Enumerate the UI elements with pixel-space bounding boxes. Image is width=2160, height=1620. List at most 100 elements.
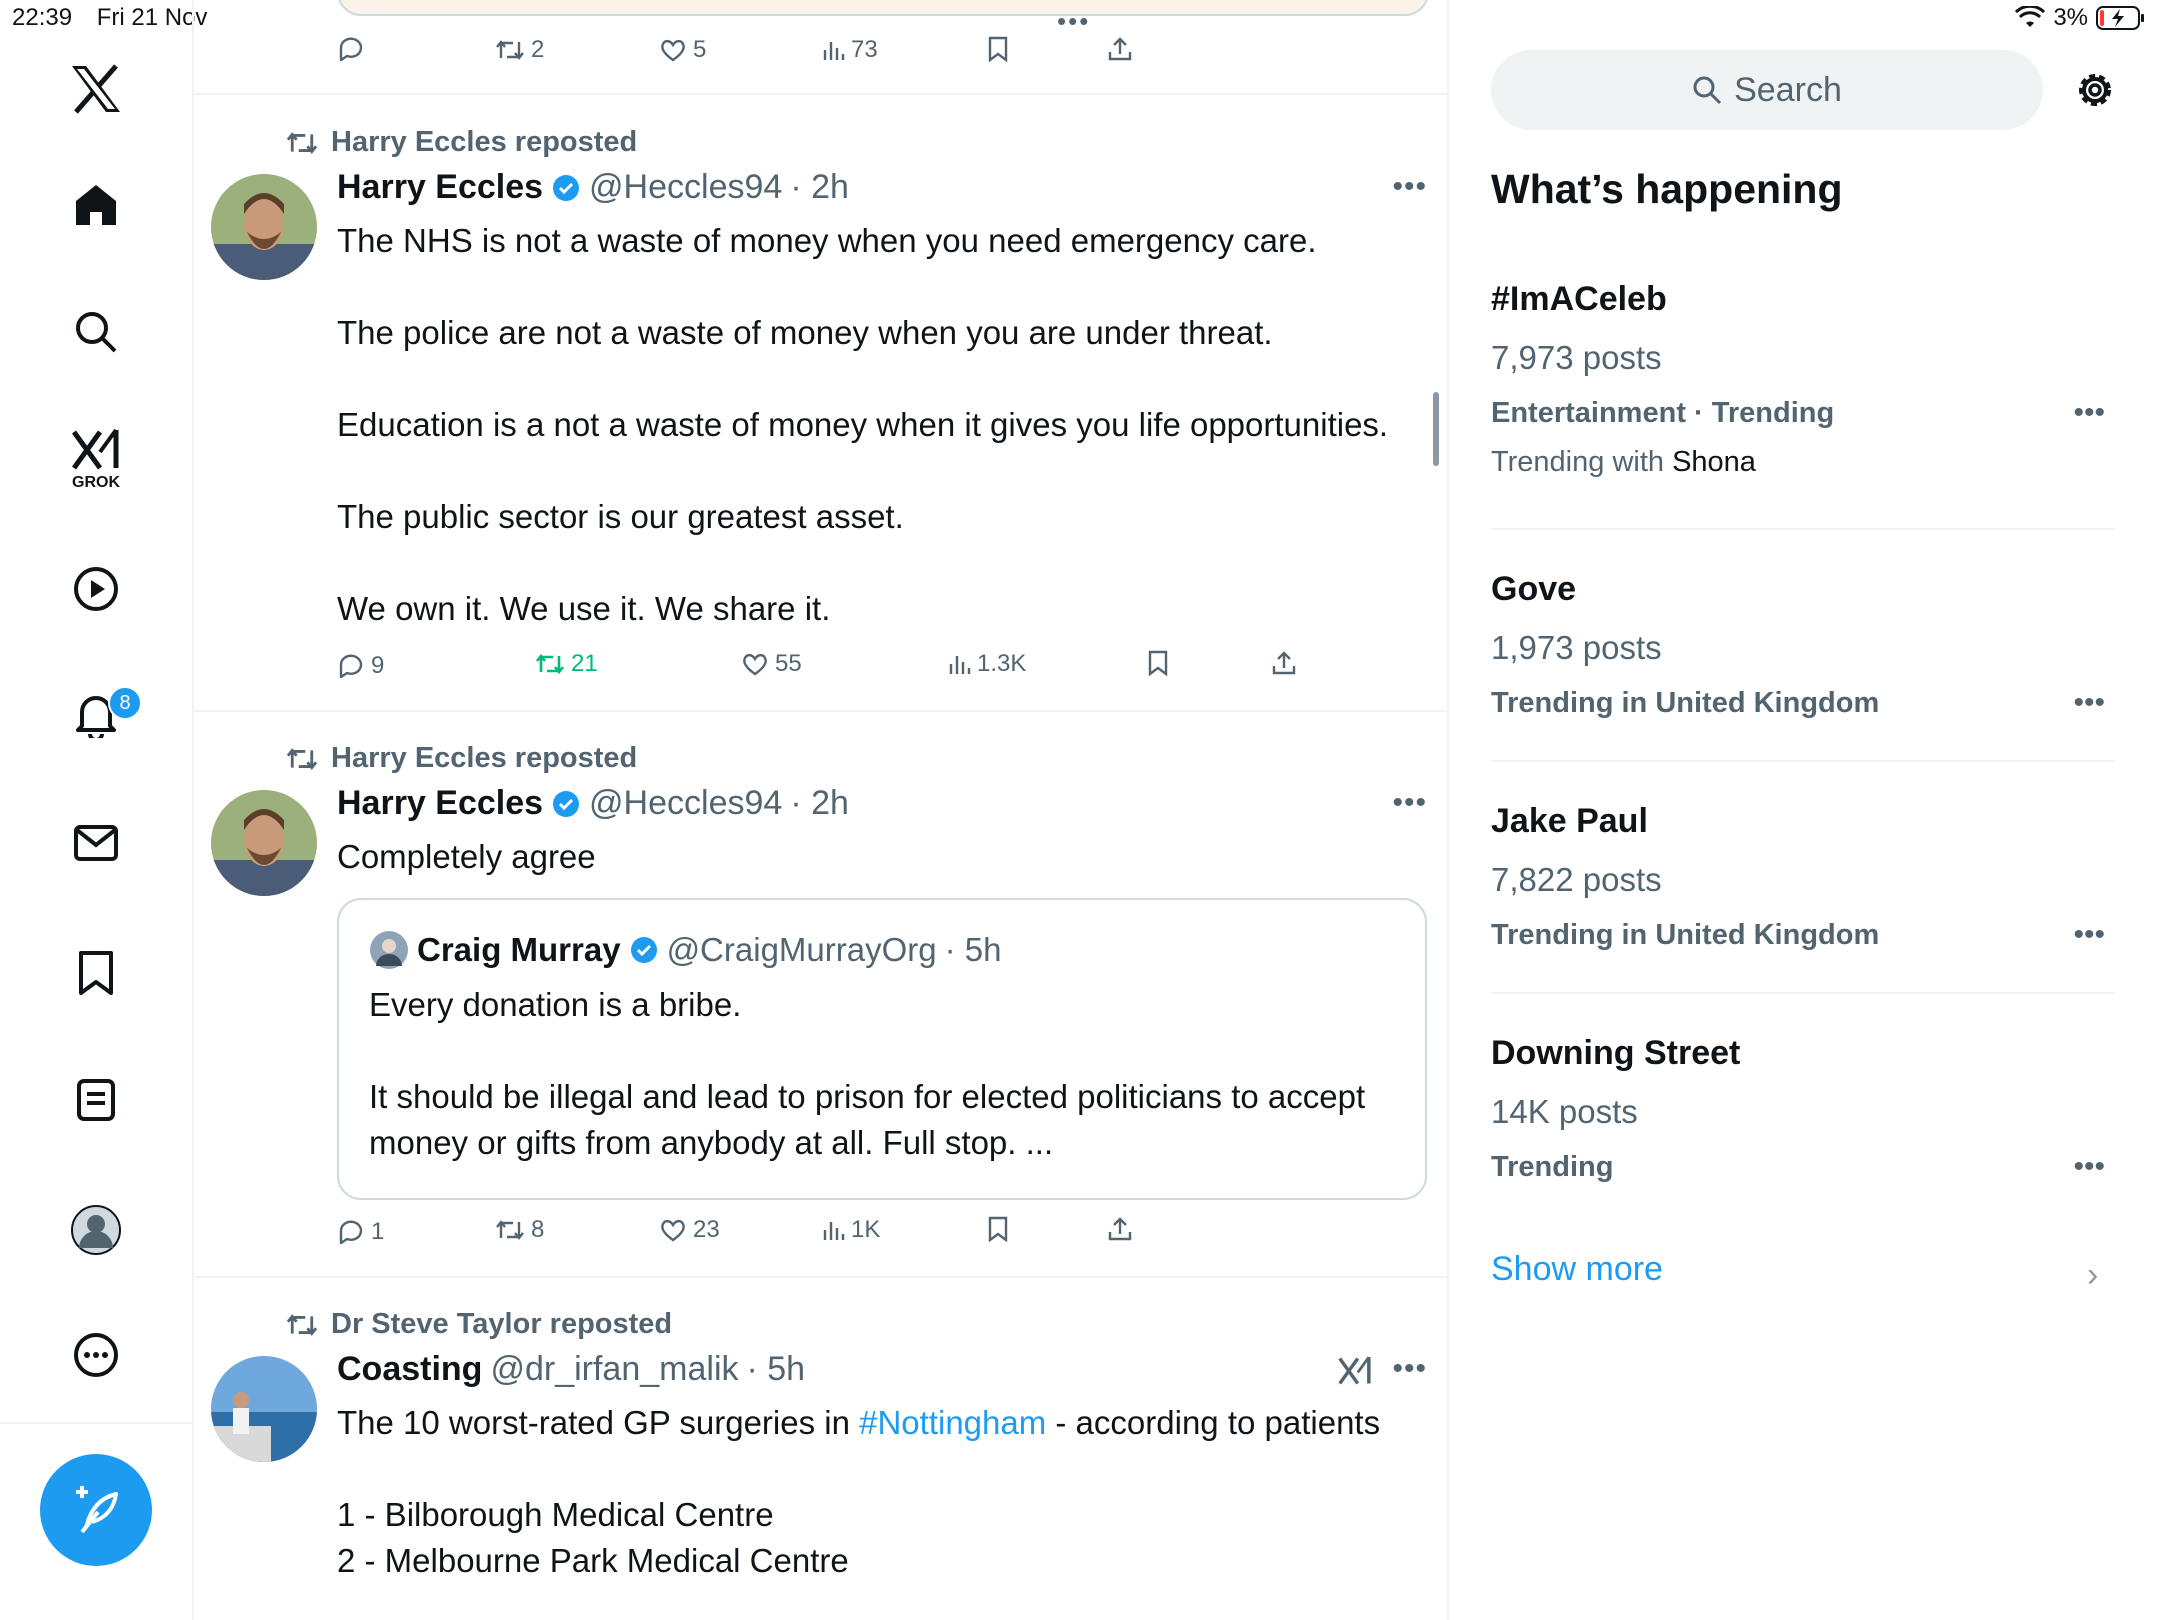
trend-context: Trending in United Kingdom [1491,687,1880,719]
author-handle[interactable]: @Heccles94 [589,784,782,823]
search-nav-icon[interactable] [74,310,118,354]
trend-divider [1491,992,2115,994]
feed-scrollbar[interactable] [1433,392,1439,466]
author-handle[interactable]: @dr_irfan_malik [490,1350,738,1389]
like-button[interactable]: 5 [659,36,706,64]
views-count: 1.3K [977,650,1027,677]
list-item: 2 - Melbourne Park Medical Centre [337,1542,849,1579]
grok-icon [71,428,119,470]
trend-more-icon[interactable]: ••• [2073,918,2105,952]
tweet-header: Harry Eccles @Heccles94 · 2h [337,168,849,207]
trend-more-icon[interactable]: ••• [2073,396,2105,430]
bookmarks-icon[interactable] [77,950,115,996]
tweet-text: The NHS is not a waste of money when you… [337,218,1427,632]
trend-context: Trending in United Kingdom [1491,919,1880,951]
trend-item[interactable]: #ImACeleb 7,973 posts Entertainment · Tr… [1491,280,2115,479]
repost-context[interactable]: Dr Steve Taylor reposted [285,1308,672,1341]
repost-context[interactable]: Harry Eccles reposted [285,742,637,775]
profile-avatar-icon[interactable] [70,1204,122,1256]
heart-icon [661,1219,685,1242]
search-input[interactable]: Search [1491,50,2043,130]
home-icon[interactable] [73,182,119,228]
views-count: 73 [851,36,878,63]
grok-nav-item[interactable]: GROK [70,428,122,492]
hashtag-link[interactable]: #Nottingham [859,1404,1046,1441]
timeline-feed: ••• 2 5 73 Harry Eccles reposted Harry E… [193,0,1449,1620]
tweet-header: Coasting @dr_irfan_malik · 5h [337,1350,805,1389]
trend-posts: 14K posts [1491,1093,1638,1130]
bookmark-button[interactable] [987,1216,1009,1242]
notifications-badge: 8 [108,686,142,720]
repost-count: 8 [531,1216,545,1243]
more-icon[interactable]: ••• [1392,1352,1427,1386]
previous-tweet-media[interactable] [337,0,1429,16]
repost-icon [286,747,318,770]
author-name[interactable]: Harry Eccles [337,784,543,823]
tweet-paragraph: The police are not a waste of money when… [337,314,1273,351]
trend-with-name: Shona [1672,446,1756,478]
avatar[interactable] [211,790,317,896]
trend-item[interactable]: Jake Paul 7,822 posts Trending in United… [1491,802,2115,952]
author-handle[interactable]: @Heccles94 [589,168,782,207]
more-icon[interactable]: ••• [1392,170,1427,204]
reply-button[interactable] [337,36,365,62]
tweet-text: Completely agree [337,838,596,875]
settings-gear-icon[interactable] [2073,68,2117,112]
bookmark-button[interactable] [987,36,1009,62]
tweet-text-part: The 10 worst-rated GP surgeries in [337,1404,860,1441]
trend-with-label: Trending with [1491,446,1673,478]
verified-badge-icon [553,174,580,201]
quoted-tweet[interactable]: Craig Murray @CraigMurrayOrg · 5h Every … [337,898,1427,1200]
tweet-text-part: - according to patients [1046,1404,1381,1441]
author-name[interactable]: Coasting [337,1350,482,1389]
quote-text: Every donation is a bribe. It should be … [369,982,1399,1166]
trend-more-icon[interactable]: ••• [2073,686,2105,720]
compose-button[interactable] [40,1454,152,1566]
share-button[interactable] [1107,1216,1133,1242]
reply-button[interactable]: 9 [337,652,384,680]
repost-button[interactable]: 8 [495,1216,544,1244]
tweet-time[interactable]: · 2h [790,784,849,823]
like-count: 55 [775,650,802,677]
tweet-time[interactable]: · 5h [747,1350,806,1389]
repost-button[interactable]: 21 [535,650,598,678]
x-logo-icon[interactable] [70,64,122,114]
views-button[interactable]: 73 [821,36,878,64]
reply-icon [339,1220,363,1245]
video-icon[interactable] [73,566,119,612]
avatar[interactable] [211,1356,317,1462]
share-button[interactable] [1107,36,1133,62]
repost-button[interactable]: 2 [495,36,544,64]
messages-icon[interactable] [73,824,119,862]
like-button[interactable]: 23 [659,1216,720,1244]
list-item: 1 - Bilborough Medical Centre [337,1496,774,1533]
grok-icon[interactable] [1337,1354,1373,1388]
trend-with: Trending with Shona [1491,446,2115,479]
avatar[interactable] [211,174,317,280]
tweet-time[interactable]: · 2h [790,168,849,207]
quote-header: Craig Murray @CraigMurrayOrg · 5h [369,930,1001,970]
show-more-link[interactable]: Show more [1491,1250,1663,1289]
bookmark-icon [1148,650,1168,676]
trend-more-icon[interactable]: ••• [2073,1150,2105,1184]
views-button[interactable]: 1.3K [947,650,1026,678]
lists-icon[interactable] [76,1078,116,1122]
right-sidebar: Search What’s happening #ImACeleb 7,973 … [1449,0,2160,1620]
compose-feather-icon [76,1486,118,1534]
reply-icon [339,654,363,679]
author-name[interactable]: Harry Eccles [337,168,543,207]
trend-item[interactable]: Gove 1,973 posts Trending in United King… [1491,570,2115,720]
drag-handle-icon[interactable]: ••• [1057,6,1090,37]
repost-icon [286,131,318,154]
more-icon[interactable]: ••• [1392,786,1427,820]
trend-item[interactable]: Downing Street 14K posts Trending ••• [1491,1034,2115,1184]
reply-button[interactable]: 1 [337,1218,384,1246]
more-options-icon[interactable] [73,1332,119,1378]
views-button[interactable]: 1K [821,1216,880,1244]
repost-icon [496,40,524,60]
trend-context: Trending [1491,1151,1614,1183]
like-button[interactable]: 55 [741,650,802,678]
bookmark-button[interactable] [1147,650,1169,676]
repost-context[interactable]: Harry Eccles reposted [285,126,637,159]
share-button[interactable] [1271,650,1297,676]
